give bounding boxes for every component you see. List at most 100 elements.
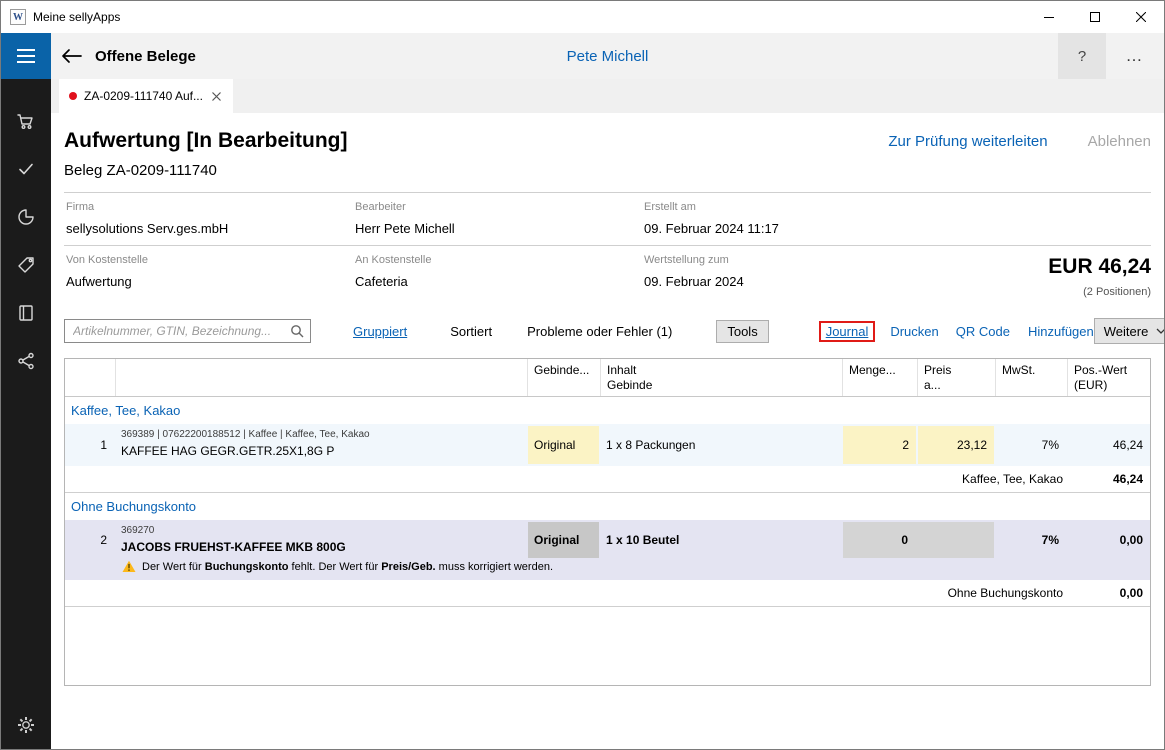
group-footer-value: 46,24 [1063, 472, 1150, 486]
field-von-kostenstelle: Von Kostenstelle Aufwertung [66, 254, 355, 289]
field-erstellt-am: Erstellt am 09. Februar 2024 11:17 [644, 201, 1151, 236]
back-button[interactable] [51, 33, 91, 79]
search-icon [290, 324, 304, 338]
sidebar-item-cart[interactable] [1, 97, 51, 145]
sidebar-item-settings[interactable] [1, 701, 51, 749]
menge-cell[interactable]: 2 [842, 424, 917, 466]
row-number: 1 [65, 424, 115, 466]
sidebar-item-share[interactable] [1, 337, 51, 385]
hamburger-icon [17, 49, 35, 51]
group-footer-label: Kaffee, Tee, Kakao [962, 472, 1063, 486]
col-header-menge: Menge... [842, 359, 917, 396]
positions-count: (2 Positionen) [1048, 286, 1151, 298]
document-fields: Firma sellysolutions Serv.ges.mbH Bearbe… [64, 193, 1151, 298]
field-value: Aufwertung [66, 274, 355, 289]
wert-cell: 46,24 [1067, 424, 1150, 466]
mwst-cell: 7% [995, 424, 1067, 466]
table-row[interactable]: 1 369389 | 07622200188512 | Kaffee | Kaf… [65, 424, 1150, 466]
back-arrow-icon [61, 48, 82, 64]
reject-link[interactable]: Ablehnen [1088, 133, 1151, 150]
journal-highlight-box: Journal [819, 321, 876, 342]
article-meta: 369389 | 07622200188512 | Kaffee | Kaffe… [121, 429, 521, 440]
col-header-preis: Preis a... [917, 359, 995, 396]
book-icon [16, 303, 36, 323]
maximize-button[interactable] [1072, 1, 1118, 33]
table-header-row: Gebinde... Inhalt Gebinde Menge... Preis… [65, 359, 1150, 397]
gebinde-cell[interactable]: Original [527, 424, 600, 466]
menge-cell[interactable]: 0 [842, 520, 995, 560]
chevron-down-icon [1156, 328, 1164, 334]
cart-icon [16, 111, 36, 131]
sorted-toggle[interactable]: Sortiert [450, 324, 492, 339]
tag-icon [16, 255, 36, 275]
article-cell: 369270 JACOBS FRUEHST-KAFFEE MKB 800G [115, 520, 527, 560]
group-footer-value: 0,00 [1063, 586, 1150, 600]
print-link[interactable]: Drucken [890, 324, 938, 339]
hamburger-menu-button[interactable] [1, 33, 51, 79]
preis-cell[interactable]: 23,12 [917, 424, 995, 466]
inhalt-cell: 1 x 8 Packungen [600, 424, 842, 466]
col-header-mwst: MwSt. [995, 359, 1067, 396]
journal-link[interactable]: Journal [826, 324, 869, 339]
forward-for-review-link[interactable]: Zur Prüfung weiterleiten [888, 133, 1047, 150]
field-label: Von Kostenstelle [66, 254, 355, 266]
sidebar-item-tasks[interactable] [1, 145, 51, 193]
close-button[interactable] [1118, 1, 1164, 33]
document-title: Aufwertung [In Bearbeitung] [64, 129, 347, 153]
app-title: Meine sellyApps [33, 10, 120, 24]
grouped-toggle[interactable]: Gruppiert [353, 324, 407, 339]
col-header-wert: Pos.-Wert (EUR) [1067, 359, 1150, 396]
group-footer: Ohne Buchungskonto 0,00 [65, 580, 1150, 607]
inhalt-cell: 1 x 10 Beutel [600, 520, 842, 560]
field-value: Cafeteria [355, 274, 644, 289]
table-row[interactable]: 2 369270 JACOBS FRUEHST-KAFFEE MKB 800G … [65, 520, 1150, 580]
tab-strip: ZA-0209-111740 Auf... [51, 79, 1164, 113]
tab-close-button[interactable] [210, 90, 223, 103]
more-dropdown-button[interactable]: Weitere [1094, 318, 1164, 344]
minimize-button[interactable] [1026, 1, 1072, 33]
search-input[interactable] [64, 319, 311, 343]
field-label: An Kostenstelle [355, 254, 644, 266]
app-icon: W [10, 9, 26, 25]
pie-chart-icon [16, 207, 36, 227]
header-more-button[interactable]: … [1106, 33, 1164, 79]
document-totals: EUR 46,24 (2 Positionen) [1048, 255, 1151, 298]
user-menu[interactable]: Pete Michell [567, 48, 649, 65]
field-value: sellysolutions Serv.ges.mbH [66, 221, 355, 236]
group-footer-label: Ohne Buchungskonto [948, 586, 1063, 600]
wert-cell: 0,00 [1067, 520, 1150, 560]
gebinde-cell[interactable]: Original [527, 520, 600, 560]
minimize-icon [1044, 12, 1054, 22]
gear-icon [16, 715, 36, 735]
field-row-1: Firma sellysolutions Serv.ges.mbH Bearbe… [64, 193, 1151, 246]
tools-button[interactable]: Tools [716, 320, 768, 343]
positions-table: Gebinde... Inhalt Gebinde Menge... Preis… [64, 358, 1151, 686]
add-link[interactable]: Hinzufügen [1028, 324, 1094, 339]
field-label: Bearbeiter [355, 201, 644, 213]
page-title: Offene Belege [95, 48, 196, 65]
group-footer: Kaffee, Tee, Kakao 46,24 [65, 466, 1150, 493]
col-header-num [65, 359, 115, 396]
qr-code-link[interactable]: QR Code [956, 324, 1010, 339]
sidebar-item-reports[interactable] [1, 193, 51, 241]
field-bearbeiter: Bearbeiter Herr Pete Michell [355, 201, 644, 236]
field-firma: Firma sellysolutions Serv.ges.mbH [66, 201, 355, 236]
close-icon [1136, 12, 1146, 22]
row-warning: Der Wert für Buchungskonto fehlt. Der We… [65, 560, 1150, 580]
check-icon [16, 159, 36, 179]
article-name: KAFFEE HAG GEGR.GETR.25X1,8G P [121, 444, 521, 458]
problems-filter[interactable]: Probleme oder Fehler (1) [527, 324, 672, 339]
total-amount: EUR 46,24 [1048, 255, 1151, 279]
sidebar-item-journal[interactable] [1, 289, 51, 337]
help-button[interactable]: ? [1058, 33, 1106, 79]
maximize-icon [1090, 12, 1100, 22]
warning-text: Der Wert für Buchungskonto fehlt. Der We… [142, 561, 553, 573]
mwst-cell: 7% [995, 520, 1067, 560]
row-number: 2 [65, 520, 115, 560]
sidebar-item-prices[interactable] [1, 241, 51, 289]
field-value: 09. Februar 2024 11:17 [644, 221, 1151, 236]
app-window: W Meine sellyApps [0, 0, 1165, 750]
article-cell: 369389 | 07622200188512 | Kaffee | Kaffe… [115, 424, 527, 466]
tab-document[interactable]: ZA-0209-111740 Auf... [59, 79, 233, 113]
col-header-gebinde: Gebinde... [527, 359, 600, 396]
